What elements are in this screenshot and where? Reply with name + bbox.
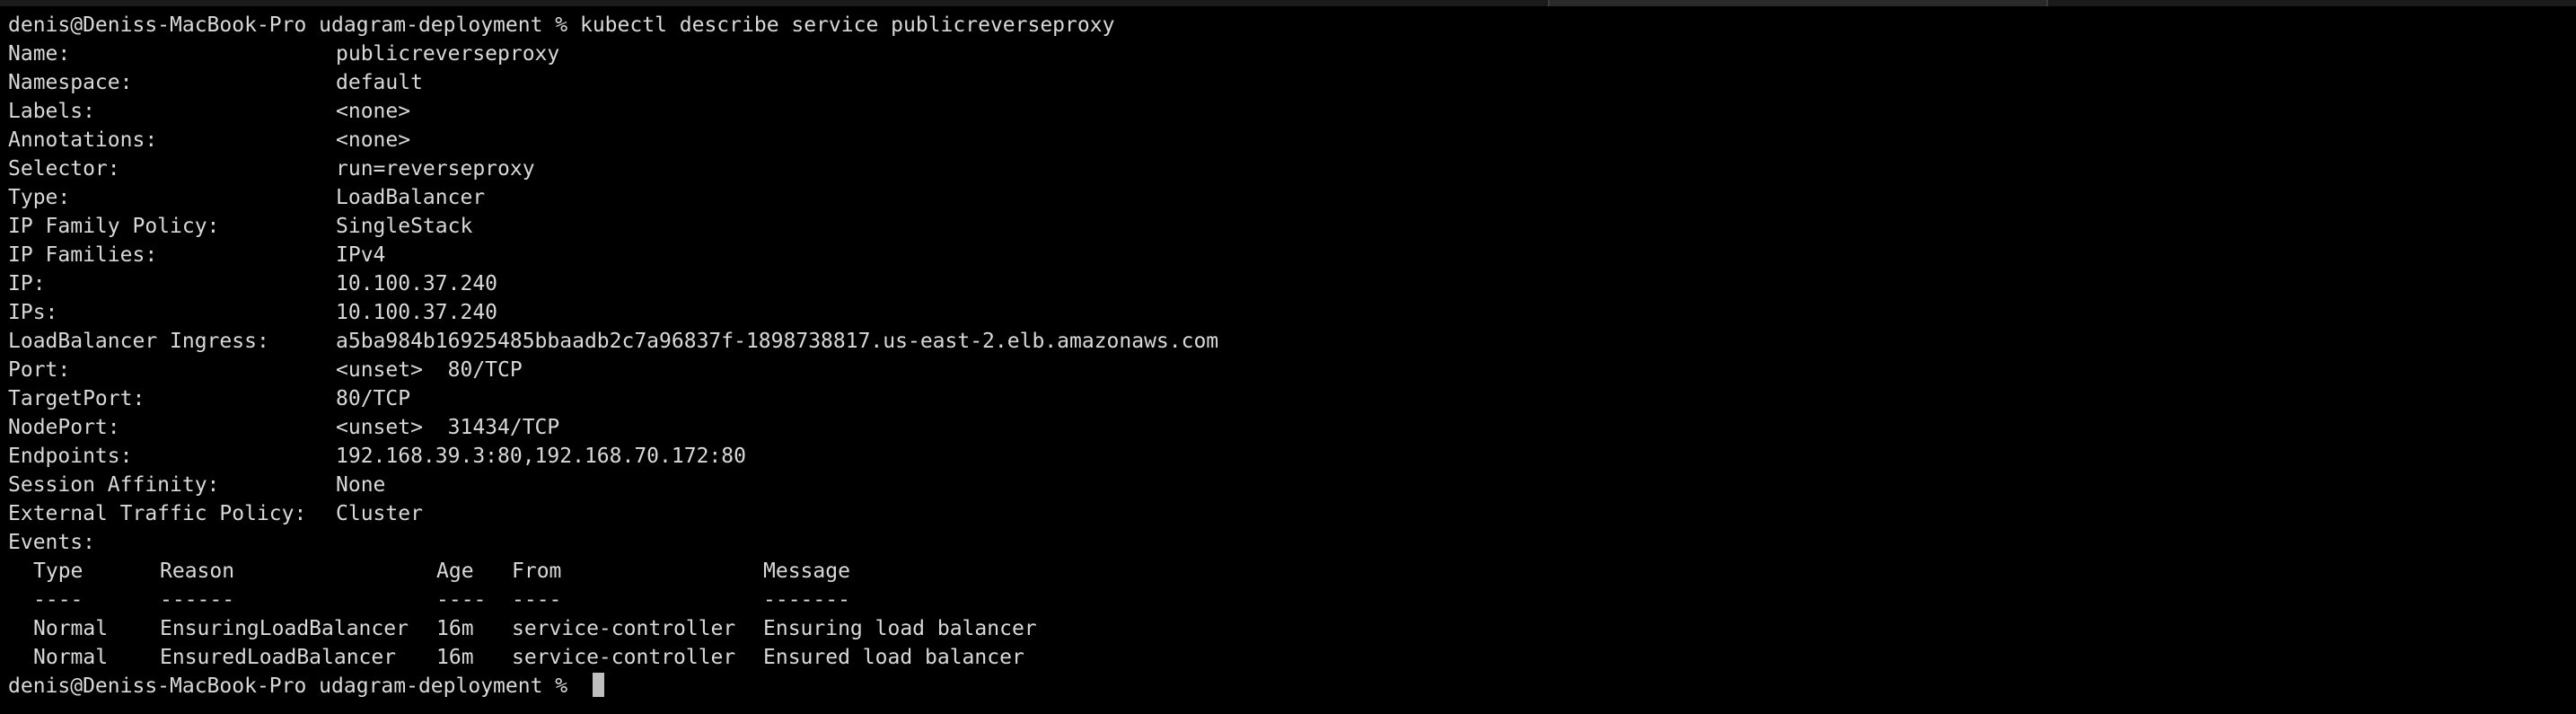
event-message: Ensuring load balancer (763, 617, 1037, 640)
field-key: Session Affinity: (8, 473, 220, 497)
field-value: <none> (336, 128, 411, 152)
field-row: Labels: <none> (8, 97, 2576, 126)
field-key: Type: (8, 186, 71, 209)
events-header-row: Type Reason Age From Message (8, 557, 2576, 586)
event-from: service-controller (512, 646, 736, 669)
field-key: Name: (8, 42, 71, 66)
field-value: None (336, 473, 386, 497)
event-type: Normal (33, 646, 109, 669)
field-row: Annotations: <none> (8, 126, 2576, 154)
field-key: IPs: (8, 301, 58, 324)
event-type: Normal (33, 617, 109, 640)
top-bar-segment (2046, 0, 2576, 6)
event-row: Normal EnsuredLoadBalancer 16m service-cont… (8, 643, 2576, 672)
events-separator: ------ (160, 588, 235, 612)
field-value: LoadBalancer (336, 186, 486, 209)
text-cursor (592, 673, 604, 697)
field-value: <none> (336, 100, 411, 123)
field-row: Port: <unset> 80/TCP (8, 356, 2576, 384)
field-key: Namespace: (8, 71, 133, 94)
events-separator: ------- (763, 588, 850, 612)
field-row: Namespace: default (8, 68, 2576, 97)
field-value: 10.100.37.240 (336, 301, 498, 324)
field-key: LoadBalancer Ingress: (8, 330, 269, 353)
events-header-age: Age (436, 560, 474, 583)
field-row: Selector: run=reverseproxy (8, 154, 2576, 183)
field-key: NodePort: (8, 416, 120, 439)
command-text: kubectl describe service publicreversepr… (579, 13, 1115, 37)
events-separator: ---- (33, 588, 84, 612)
field-row: IP Families: IPv4 (8, 241, 2576, 269)
field-row: Endpoints: 192.168.39.3:80,192.168.70.172… (8, 442, 2576, 471)
final-prompt-line[interactable]: denis@Deniss-MacBook-Pro udagram-deploym… (8, 672, 2576, 701)
field-value: publicreverseproxy (336, 42, 560, 66)
event-message: Ensured load balancer (763, 646, 1024, 669)
field-row: LoadBalancer Ingress: a5ba984b16925485bba… (8, 327, 2576, 356)
field-value: IPv4 (336, 243, 386, 267)
event-reason: EnsuringLoadBalancer (160, 617, 409, 640)
field-row: Name: publicreverseproxy (8, 40, 2576, 68)
events-separator: ---- (512, 588, 562, 612)
events-header-from: From (512, 560, 562, 583)
field-row: IP Family Policy: SingleStack (8, 212, 2576, 241)
field-value: 80/TCP (336, 387, 411, 410)
field-key: Port: (8, 358, 71, 382)
top-bar-scroll-thumb[interactable] (1548, 0, 2046, 6)
field-row: Session Affinity: None (8, 471, 2576, 499)
events-header-message: Message (763, 560, 850, 583)
field-value: default (336, 71, 423, 94)
terminal-window[interactable]: denis@Deniss-MacBook-Pro udagram-deploym… (0, 0, 2576, 714)
command-line: denis@Deniss-MacBook-Pro udagram-deploym… (8, 11, 2576, 40)
events-header-reason: Reason (160, 560, 235, 583)
event-age: 16m (436, 617, 474, 640)
event-from: service-controller (512, 617, 736, 640)
field-row: IP: 10.100.37.240 (8, 269, 2576, 298)
events-separator-row: ---- ------ ---- ---- ------- (8, 586, 2576, 614)
field-row: NodePort: <unset> 31434/TCP (8, 413, 2576, 442)
event-row: Normal EnsuringLoadBalancer 16m service-con… (8, 614, 2576, 643)
field-key: Selector: (8, 157, 120, 181)
field-row: IPs: 10.100.37.240 (8, 298, 2576, 327)
events-separator: ---- (436, 588, 487, 612)
shell-prompt: denis@Deniss-MacBook-Pro udagram-deploym… (8, 13, 580, 37)
top-bar-segment (0, 0, 1548, 6)
field-value: Cluster (336, 502, 423, 525)
field-key: IP: (8, 272, 46, 295)
field-row: External Traffic Policy: Cluster (8, 499, 2576, 528)
field-value: <unset> 31434/TCP (336, 416, 560, 439)
shell-prompt: denis@Deniss-MacBook-Pro udagram-deploym… (8, 674, 580, 698)
events-label: Events: (8, 531, 95, 554)
field-value: <unset> 80/TCP (336, 358, 523, 382)
field-key: Labels: (8, 100, 95, 123)
field-value: run=reverseproxy (336, 157, 535, 181)
event-reason: EnsuredLoadBalancer (160, 646, 397, 669)
field-row: Type: LoadBalancer (8, 183, 2576, 212)
field-value: SingleStack (336, 215, 473, 238)
field-key: Annotations: (8, 128, 158, 152)
field-value: 10.100.37.240 (336, 272, 498, 295)
field-key: IP Family Policy: (8, 215, 220, 238)
field-value: 192.168.39.3:80,192.168.70.172:80 (336, 445, 746, 468)
field-row: TargetPort: 80/TCP (8, 384, 2576, 413)
events-header-type: Type (33, 560, 84, 583)
field-value: a5ba984b16925485bbaadb2c7a96837f-1898738… (336, 330, 1219, 353)
window-top-bar (0, 0, 2576, 6)
field-key: Endpoints: (8, 445, 133, 468)
event-age: 16m (436, 646, 474, 669)
field-key: External Traffic Policy: (8, 502, 307, 525)
field-key: IP Families: (8, 243, 158, 267)
field-key: TargetPort: (8, 387, 145, 410)
